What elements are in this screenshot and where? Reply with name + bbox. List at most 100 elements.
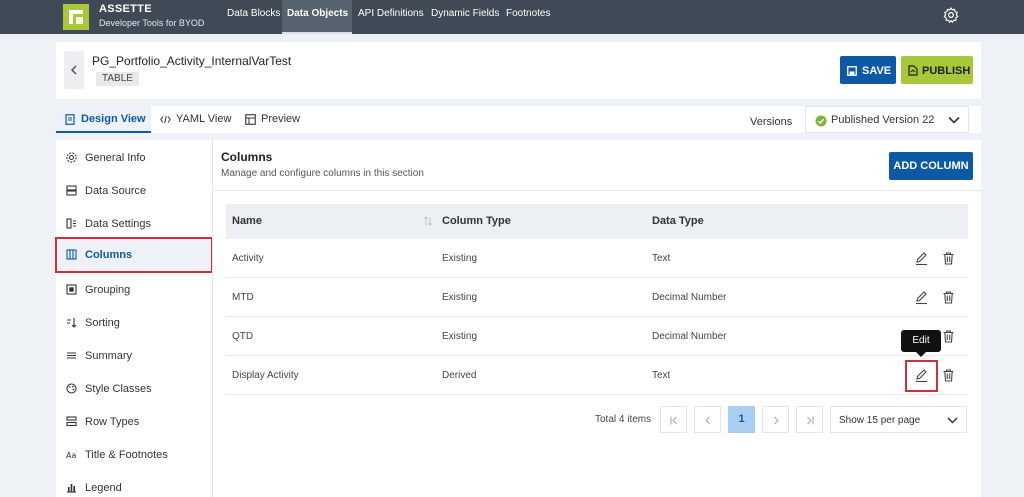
section-subtitle: Manage and configure columns in this sec… xyxy=(221,168,424,179)
delete-trash-icon[interactable] xyxy=(941,290,956,305)
sidebar-item-general-info[interactable]: General Info xyxy=(56,141,212,174)
cell-column-type: Derived xyxy=(442,370,477,381)
sidebar-item-legend[interactable]: Legend xyxy=(56,471,212,497)
tab-preview[interactable]: Preview xyxy=(237,106,303,133)
publish-document-icon xyxy=(908,65,918,76)
summary-lines-icon xyxy=(67,352,76,359)
first-page-button[interactable] xyxy=(660,406,687,433)
sidebar-item-label: Data Source xyxy=(85,185,147,197)
version-select[interactable]: Published Version 22 xyxy=(805,106,969,133)
object-header: PG_Portfolio_Activity_InternalVarTest TA… xyxy=(56,42,981,99)
total-items: Total 4 items xyxy=(595,414,652,425)
sidebar-item-columns[interactable]: Columns xyxy=(55,237,213,273)
header-name[interactable]: Name xyxy=(232,215,262,227)
delete-trash-icon[interactable] xyxy=(941,368,956,383)
object-title: PG_Portfolio_Activity_InternalVarTest xyxy=(92,54,292,68)
code-icon xyxy=(160,115,171,124)
tab-design-view[interactable]: Design View xyxy=(56,106,151,133)
tab-preview-label: Preview xyxy=(261,113,301,125)
nav-footnotes[interactable]: Footnotes xyxy=(501,0,556,34)
document-icon xyxy=(65,114,75,125)
design-sidebar: General Info Data Source Data Settings C… xyxy=(55,140,213,497)
nav-data-objects[interactable]: Data Objects xyxy=(282,0,352,34)
cell-column-type: Existing xyxy=(442,253,478,264)
columns-panel: Columns Manage and configure columns in … xyxy=(212,140,982,497)
first-page-icon xyxy=(670,416,677,425)
selected-version: Published Version 22 xyxy=(831,114,935,126)
page-number-current[interactable]: 1 xyxy=(728,406,755,433)
sidebar-item-row-types[interactable]: Row Types xyxy=(56,405,212,438)
cell-name: Display Activity xyxy=(232,370,299,381)
chevron-right-icon xyxy=(774,416,779,425)
save-button-label: SAVE xyxy=(862,65,892,77)
row-types-icon xyxy=(66,416,77,427)
nav-dynamic-fields[interactable]: Dynamic Fields xyxy=(426,0,501,34)
cell-data-type: Decimal Number xyxy=(652,292,727,303)
cell-name: QTD xyxy=(232,331,254,342)
pagination: Total 4 items 1 Show 15 per page xyxy=(213,404,982,434)
save-button[interactable]: SAVE xyxy=(840,56,896,84)
sidebar-item-style-classes[interactable]: Style Classes xyxy=(56,372,212,405)
logo-mark-icon xyxy=(69,10,83,24)
header-column-type[interactable]: Column Type xyxy=(442,215,511,227)
sidebar-item-data-settings[interactable]: Data Settings xyxy=(56,207,212,240)
sidebar-item-label: General Info xyxy=(85,152,146,164)
sidebar-item-sorting[interactable]: Sorting xyxy=(56,306,212,339)
palette-icon xyxy=(66,383,77,394)
table-row: MTD Existing Decimal Number xyxy=(226,278,968,317)
section-divider xyxy=(213,190,982,191)
tab-design-view-label: Design View xyxy=(81,113,146,125)
delete-trash-icon[interactable] xyxy=(941,251,956,266)
cell-column-type: Existing xyxy=(442,331,478,342)
cell-name: MTD xyxy=(232,292,254,303)
nav-api-definitions[interactable]: API Definitions xyxy=(353,0,425,34)
cell-data-type: Decimal Number xyxy=(652,331,727,342)
last-page-button[interactable] xyxy=(796,406,823,433)
sidebar-item-data-source[interactable]: Data Source xyxy=(56,174,212,207)
assette-logo[interactable] xyxy=(63,4,89,30)
nav-data-blocks[interactable]: Data Blocks xyxy=(222,0,280,34)
per-page-value: Show 15 per page xyxy=(839,415,921,426)
brand-subtitle: Developer Tools for BYOD xyxy=(99,18,205,28)
sidebar-item-label: Columns xyxy=(85,249,133,261)
settings-gear-icon[interactable] xyxy=(942,6,960,24)
table-row: Activity Existing Text xyxy=(226,239,968,278)
back-button[interactable] xyxy=(64,51,84,89)
edit-tooltip: Edit xyxy=(901,330,941,352)
publish-button[interactable]: PUBLISH xyxy=(901,56,973,84)
tab-yaml-view[interactable]: YAML View xyxy=(152,106,236,133)
edit-pencil-icon[interactable] xyxy=(914,368,929,383)
next-page-button[interactable] xyxy=(762,406,789,433)
sort-arrows-icon[interactable] xyxy=(424,216,432,226)
grouping-icon xyxy=(66,284,77,295)
sidebar-item-label: Data Settings xyxy=(85,218,152,230)
sidebar-item-title-footnotes[interactable]: Aa Title & Footnotes xyxy=(56,438,212,471)
tooltip-arrow xyxy=(916,352,926,357)
sidebar-item-label: Summary xyxy=(85,350,133,362)
tab-yaml-view-label: YAML View xyxy=(176,113,232,125)
previous-page-button[interactable] xyxy=(694,406,721,433)
cell-name: Activity xyxy=(232,253,264,264)
add-column-button[interactable]: ADD COLUMN xyxy=(889,152,973,180)
view-tabs-bar: Design View YAML View Preview Versions P… xyxy=(56,106,981,133)
table-row: Display Activity Derived Text xyxy=(226,356,968,395)
edit-pencil-icon[interactable] xyxy=(914,290,929,305)
sidebar-item-summary[interactable]: Summary xyxy=(56,339,212,372)
object-type-badge: TABLE xyxy=(96,72,139,86)
header-data-type[interactable]: Data Type xyxy=(652,215,704,227)
sort-icon xyxy=(67,318,77,328)
table-row: QTD Existing Decimal Number xyxy=(226,317,968,356)
per-page-select[interactable]: Show 15 per page xyxy=(830,406,967,433)
preview-table-icon xyxy=(245,114,256,125)
server-icon xyxy=(66,185,77,196)
top-navigation-bar: ASSETTE Developer Tools for BYOD Data Bl… xyxy=(0,0,1024,34)
sidebar-item-label: Title & Footnotes xyxy=(85,449,168,461)
sidebar-item-label: Legend xyxy=(85,482,122,494)
sidebar-item-grouping[interactable]: Grouping xyxy=(56,273,212,306)
data-settings-icon xyxy=(66,218,76,229)
bar-chart-icon xyxy=(67,484,76,493)
edit-pencil-icon[interactable] xyxy=(914,251,929,266)
sidebar-item-label: Sorting xyxy=(85,317,120,329)
delete-trash-icon[interactable] xyxy=(941,329,956,344)
save-disk-icon xyxy=(847,66,857,76)
